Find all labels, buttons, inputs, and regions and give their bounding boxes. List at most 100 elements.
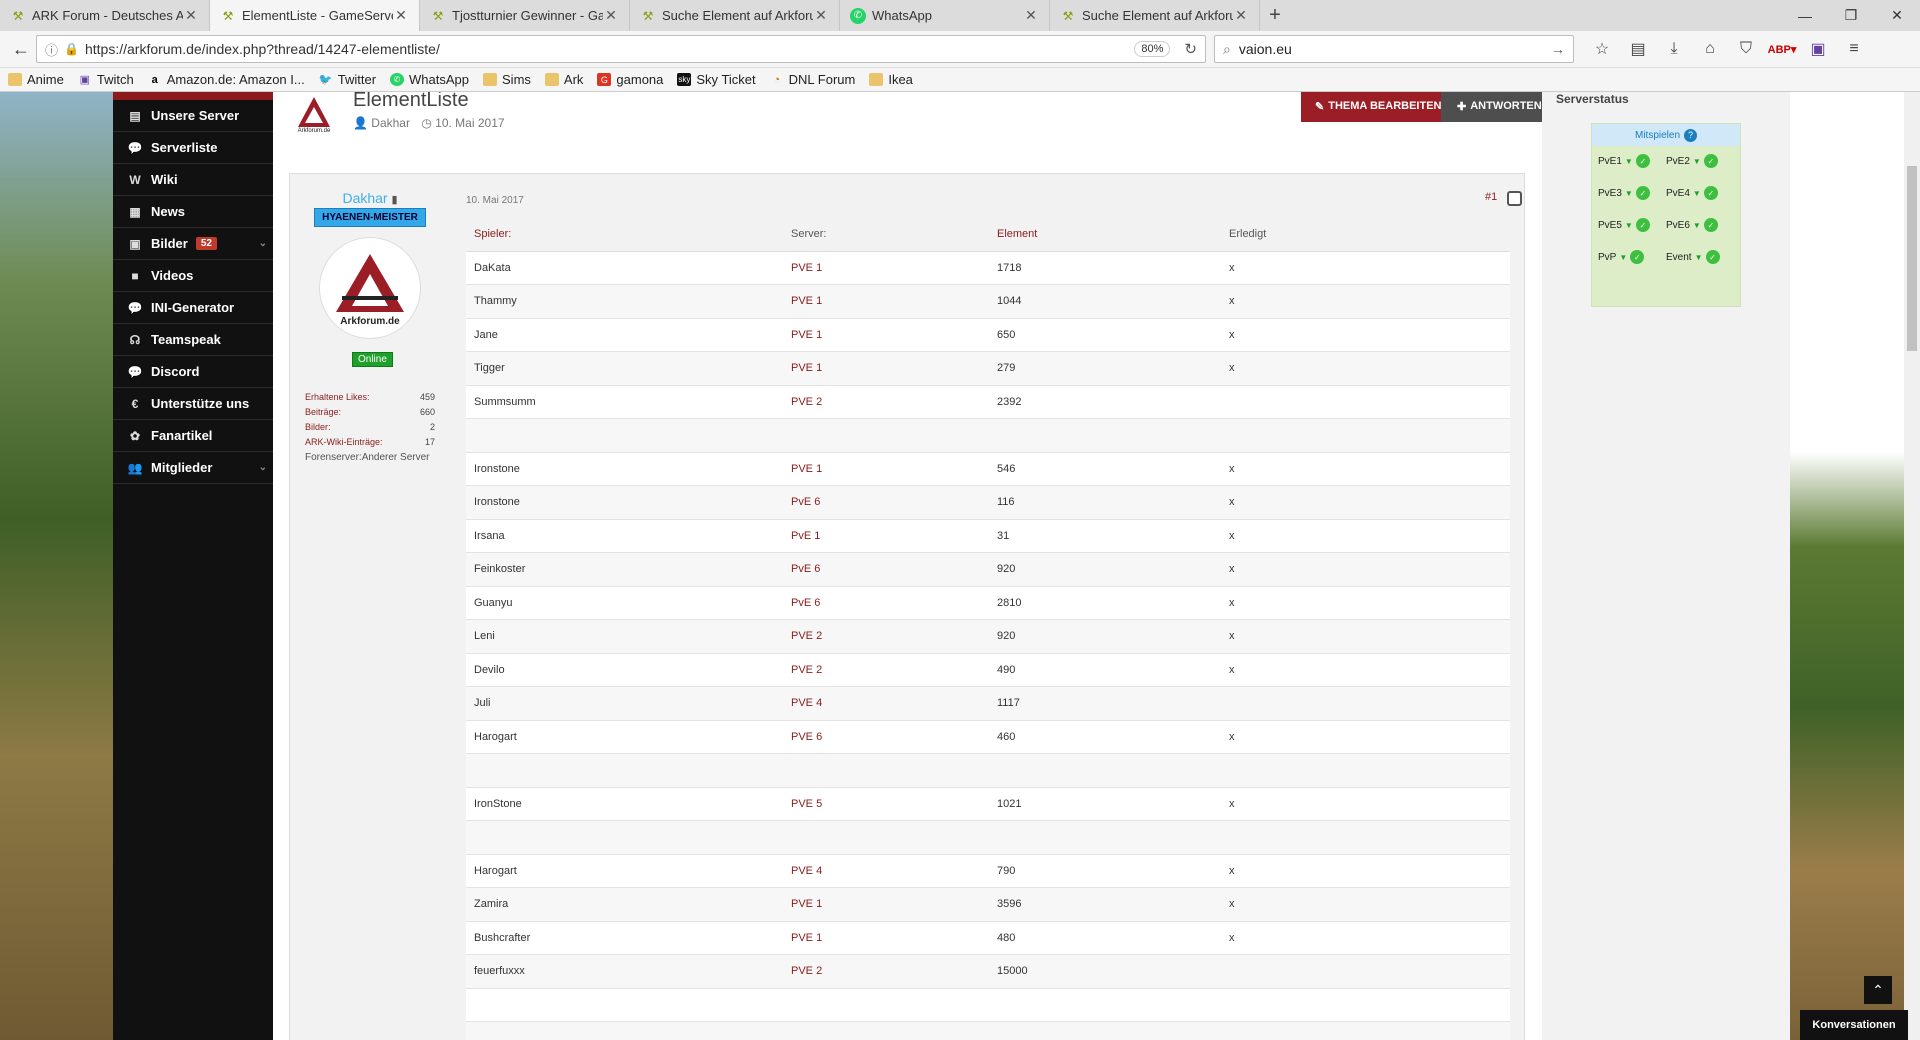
bookmark-label[interactable]: Anime (27, 72, 64, 87)
close-icon[interactable]: ✕ (1233, 7, 1249, 24)
server-pve6[interactable]: PvE6 ▼ ✓ (1666, 218, 1734, 232)
bookmark-anime[interactable]: Anime (8, 72, 64, 87)
close-icon[interactable]: ✕ (603, 7, 619, 24)
server-name[interactable]: PvE4 (1666, 188, 1690, 199)
stat-label[interactable]: Beiträge: (305, 407, 341, 417)
server-pve3[interactable]: PvE3 ▼ ✓ (1598, 186, 1666, 200)
server-event[interactable]: Event ▼ ✓ (1666, 250, 1734, 264)
chevron-down-icon[interactable]: ▼ (1625, 157, 1633, 166)
twitch-icon[interactable]: ▣ (1800, 34, 1836, 64)
nav-item-label[interactable]: Serverliste (151, 140, 218, 155)
nav-item-mitglieder[interactable]: 👥 Mitglieder ⌄ (113, 452, 273, 484)
page-scrollbar[interactable] (1904, 92, 1920, 1040)
scrollbar-thumb[interactable] (1907, 166, 1917, 351)
bookmark-label[interactable]: Sky Ticket (696, 72, 755, 87)
bookmark-star-icon[interactable]: ☆ (1584, 34, 1620, 64)
tab-title[interactable]: ElementListe - GameServer - (242, 8, 393, 23)
nav-item-label[interactable]: Unterstütze uns (151, 396, 249, 411)
close-icon[interactable]: ✕ (813, 7, 829, 24)
nav-item-wiki[interactable]: W Wiki (113, 164, 273, 196)
tab-title[interactable]: Tjostturnier Gewinner - Gam (452, 8, 603, 23)
nav-item-unsere-server[interactable]: ▤ Unsere Server (113, 100, 273, 132)
download-icon[interactable]: ⤓ (1656, 34, 1692, 64)
url-text[interactable]: https://arkforum.de/index.php?thread/142… (85, 41, 440, 57)
reply-button[interactable]: ✚ ANTWORTEN (1441, 92, 1558, 122)
bookmark-whatsapp[interactable]: ✆ WhatsApp (390, 72, 469, 87)
nav-item-label[interactable]: News (151, 204, 185, 219)
avatar[interactable]: Arkforum.de (319, 237, 421, 339)
help-icon[interactable]: ? (1684, 128, 1698, 142)
join-label[interactable]: Mitspielen (1635, 130, 1680, 141)
reload-icon[interactable]: ↻ (1184, 40, 1197, 58)
bookmark-label[interactable]: gamona (616, 72, 663, 87)
nav-item-news[interactable]: ▦ News (113, 196, 273, 228)
tab-title[interactable]: Suche Element auf Arkforum (1082, 8, 1233, 23)
nav-item-videos[interactable]: ■ Videos (113, 260, 273, 292)
server-name[interactable]: PvE1 (1598, 156, 1622, 167)
server-name[interactable]: PvE6 (1666, 220, 1690, 231)
tab-title[interactable]: WhatsApp (872, 8, 1023, 23)
nav-item-label[interactable]: Mitglieder (151, 460, 212, 475)
url-bar[interactable]: ⓘ 🔒 https://arkforum.de/index.php?thread… (36, 35, 1206, 63)
server-name[interactable]: PvP (1598, 252, 1616, 263)
bookmark-label[interactable]: Twitter (338, 72, 376, 87)
nav-item-ini-generator[interactable]: 💬 INI-Generator (113, 292, 273, 324)
conversations-button[interactable]: Konversationen (1800, 1010, 1908, 1040)
bookmark-amazon-de-amazon-i-[interactable]: a Amazon.de: Amazon I... (148, 72, 305, 87)
stat-label[interactable]: Erhaltene Likes: (305, 392, 370, 402)
server-pve4[interactable]: PvE4 ▼ ✓ (1666, 186, 1734, 200)
server-name[interactable]: PvE5 (1598, 220, 1622, 231)
nav-item-teamspeak[interactable]: ☊ Teamspeak (113, 324, 273, 356)
chevron-down-icon[interactable]: ▼ (1625, 189, 1633, 198)
scroll-to-top-button[interactable]: ⌃ (1864, 976, 1892, 1004)
bookmark-dnl-forum[interactable]: ◔ DNL Forum (770, 72, 855, 87)
join-link[interactable]: Mitspielen? (1592, 124, 1740, 146)
nav-item-unterst-tze-uns[interactable]: € Unterstütze uns (113, 388, 273, 420)
close-window-icon[interactable]: ✕ (1874, 0, 1920, 31)
nav-item-label[interactable]: INI-Generator (151, 300, 234, 315)
nav-item-label[interactable]: Fanartikel (151, 428, 212, 443)
chevron-down-icon[interactable]: ▼ (1625, 221, 1633, 230)
server-name[interactable]: PvE3 (1598, 188, 1622, 199)
server-pve2[interactable]: PvE2 ▼ ✓ (1666, 154, 1734, 168)
chevron-down-icon[interactable]: ▼ (1693, 157, 1701, 166)
bookmark-label[interactable]: Ark (564, 72, 584, 87)
bookmark-twitter[interactable]: 🐦 Twitter (319, 72, 376, 87)
post-select-checkbox[interactable] (1507, 191, 1522, 206)
nav-item-label[interactable]: Wiki (151, 172, 178, 187)
chevron-down-icon[interactable]: ⌄ (259, 462, 267, 473)
chevron-down-icon[interactable]: ▼ (1693, 189, 1701, 198)
nav-item-label[interactable]: Bilder (151, 236, 188, 251)
chevron-down-icon[interactable]: ▼ (1695, 253, 1703, 262)
tab-title[interactable]: ARK Forum - Deutsches ARK (32, 8, 183, 23)
bookmark-twitch[interactable]: ▣ Twitch (78, 72, 134, 87)
chevron-down-icon[interactable]: ⌄ (259, 238, 267, 249)
home-icon[interactable]: ⌂ (1692, 34, 1728, 64)
chevron-down-icon[interactable]: ▼ (1619, 253, 1627, 262)
nav-item-label[interactable]: Videos (151, 268, 193, 283)
bookmark-label[interactable]: WhatsApp (409, 72, 469, 87)
post-number[interactable]: #1 (1485, 191, 1497, 203)
chevron-down-icon[interactable]: ▼ (1693, 221, 1701, 230)
edit-thread-button[interactable]: ✎ THEMA BEARBEITEN (1301, 92, 1456, 122)
browser-tab[interactable]: ⚒ Suche Element auf Arkforum ✕ (630, 0, 840, 31)
nav-item-discord[interactable]: 💬 Discord (113, 356, 273, 388)
browser-tab[interactable]: ✆ WhatsApp ✕ (840, 0, 1050, 31)
server-name[interactable]: Event (1666, 252, 1692, 263)
info-icon[interactable]: ⓘ (45, 40, 58, 59)
bookmark-ark[interactable]: Ark (544, 72, 584, 87)
server-pvp[interactable]: PvP ▼ ✓ (1598, 250, 1666, 264)
adblock-icon[interactable]: ABP▾ (1764, 34, 1800, 64)
nav-item-bilder[interactable]: ▣ Bilder 52 ⌄ (113, 228, 273, 260)
restore-icon[interactable]: ❐ (1828, 0, 1874, 31)
close-icon[interactable]: ✕ (183, 7, 199, 24)
browser-tab[interactable]: ⚒ Suche Element auf Arkforum ✕ (1050, 0, 1260, 31)
bookmark-label[interactable]: Amazon.de: Amazon I... (167, 72, 305, 87)
menu-icon[interactable]: ≡ (1836, 34, 1872, 64)
browser-tab[interactable]: ⚒ ARK Forum - Deutsches ARK✕ (0, 0, 210, 31)
back-icon[interactable]: ← (6, 34, 36, 64)
minimize-icon[interactable]: — (1782, 0, 1828, 31)
reading-list-icon[interactable]: ▤ (1620, 34, 1656, 64)
bookmark-label[interactable]: Sims (502, 72, 531, 87)
search-input[interactable]: ⌕ vaion.eu → (1214, 35, 1574, 63)
